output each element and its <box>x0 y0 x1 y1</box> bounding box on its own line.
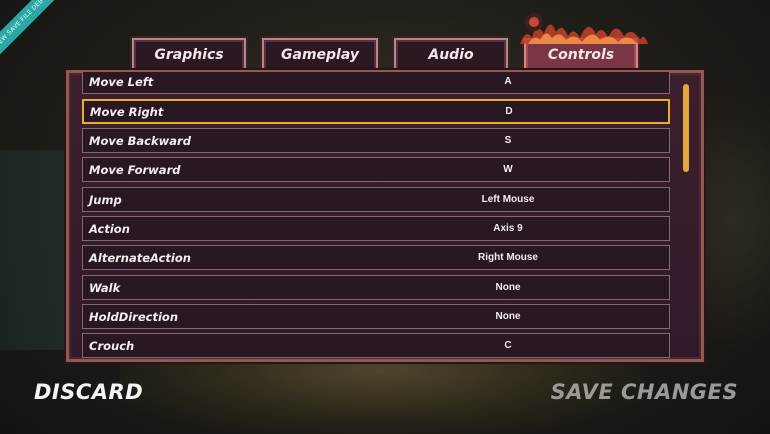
binding-action-label: Move Forward <box>89 162 181 177</box>
binding-action-label: Action <box>89 221 130 236</box>
binding-action-label: Walk <box>89 280 121 295</box>
binding-action-label: Jump <box>89 192 122 207</box>
binding-row-action[interactable]: Action Axis 9 <box>82 216 670 241</box>
binding-row-hold-direction[interactable]: HoldDirection None <box>82 304 670 329</box>
binding-row-move-backward[interactable]: Move Backward S <box>82 128 670 153</box>
binding-action-label: Move Left <box>89 74 154 89</box>
binding-row-move-right[interactable]: Move Right D <box>82 99 670 124</box>
binding-action-label: Move Backward <box>89 133 191 148</box>
binding-row-move-left[interactable]: Move Left A <box>82 72 670 94</box>
binding-key-value: D <box>505 106 513 117</box>
binding-action-label: AlternateAction <box>89 250 191 265</box>
binding-key-value: S <box>504 135 512 146</box>
binding-key-value: A <box>504 76 512 87</box>
binding-action-label: HoldDirection <box>89 309 179 324</box>
binding-row-crouch[interactable]: Crouch C <box>82 333 670 358</box>
scrollbar-thumb[interactable] <box>683 84 689 172</box>
tab-audio[interactable]: Audio <box>394 38 508 72</box>
tab-graphics[interactable]: Graphics <box>132 38 246 72</box>
tab-controls[interactable]: Controls <box>524 38 638 72</box>
binding-key-value: Left Mouse <box>481 194 535 205</box>
binding-key-value: None <box>495 311 521 322</box>
binding-key-value: C <box>504 340 512 351</box>
binding-row-alternate-action[interactable]: AlternateAction Right Mouse <box>82 245 670 270</box>
binding-key-value: W <box>503 164 513 175</box>
binding-row-move-forward[interactable]: Move Forward W <box>82 157 670 182</box>
discard-button[interactable]: DISCARD <box>34 380 143 404</box>
debug-corner-badge: NEW SAVE FILE DEBUG <box>0 0 61 58</box>
binding-row-walk[interactable]: Walk None <box>82 275 670 300</box>
binding-key-value: Axis 9 <box>493 223 523 234</box>
binding-action-label: Move Right <box>90 104 164 119</box>
binding-row-jump[interactable]: Jump Left Mouse <box>82 187 670 212</box>
binding-action-label: Crouch <box>89 338 135 353</box>
save-changes-button[interactable]: SAVE CHANGES <box>551 380 738 404</box>
tab-gameplay[interactable]: Gameplay <box>262 38 378 72</box>
binding-key-value: None <box>495 282 521 293</box>
bindings-list: Move Left A Move Right D Move Backward S… <box>78 72 674 358</box>
binding-key-value: Right Mouse <box>478 252 538 263</box>
